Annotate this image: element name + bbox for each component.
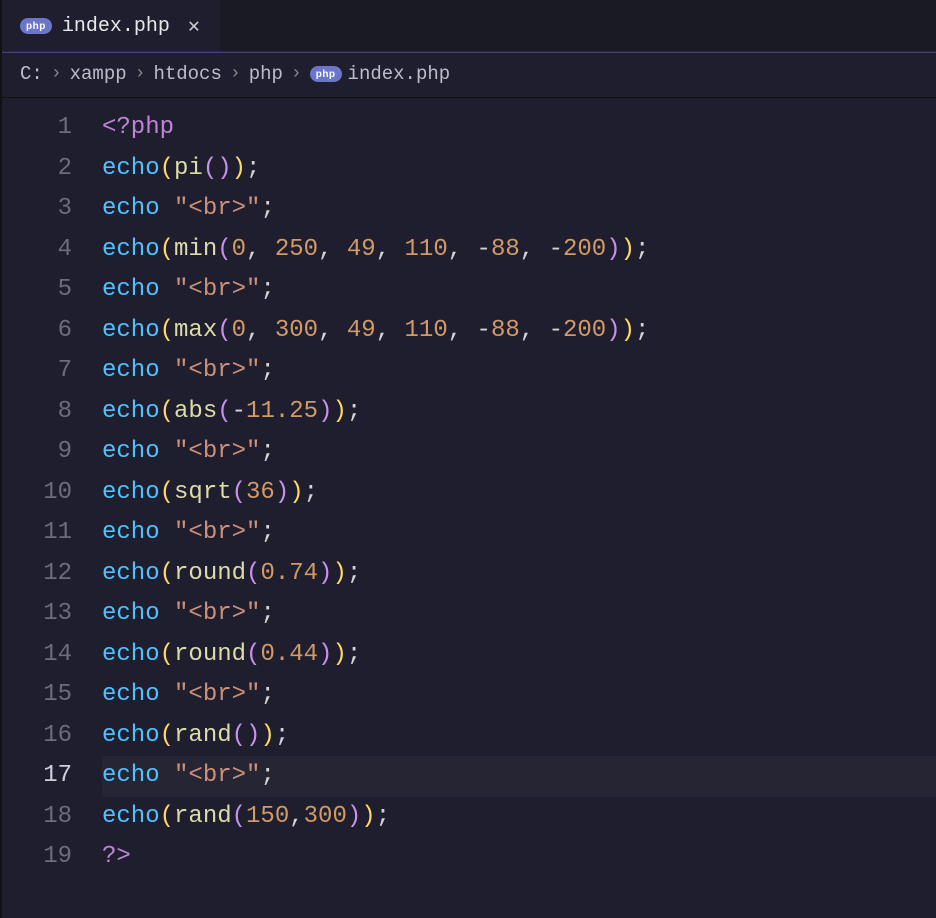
line-number: 6 <box>2 311 72 352</box>
code-line[interactable]: echo "<br>"; <box>102 594 936 635</box>
code-line[interactable]: echo(min(0, 250, 49, 110, -88, -200)); <box>102 230 936 271</box>
breadcrumb-segment[interactable]: index.php <box>348 63 451 85</box>
line-number: 17 <box>2 756 72 797</box>
line-number: 9 <box>2 432 72 473</box>
close-icon[interactable]: ✕ <box>186 13 202 39</box>
breadcrumb: C: › xampp › htdocs › php › php index.ph… <box>2 52 936 98</box>
line-number: 14 <box>2 635 72 676</box>
code-line[interactable]: echo "<br>"; <box>102 675 936 716</box>
line-number: 16 <box>2 716 72 757</box>
line-number-gutter: 12345678910111213141516171819 <box>2 108 102 878</box>
code-line[interactable]: echo "<br>"; <box>102 189 936 230</box>
code-line[interactable]: echo(pi()); <box>102 149 936 190</box>
line-number: 5 <box>2 270 72 311</box>
code-line[interactable]: echo "<br>"; <box>102 432 936 473</box>
line-number: 7 <box>2 351 72 392</box>
code-line[interactable]: echo(sqrt(36)); <box>102 473 936 514</box>
code-line[interactable]: echo "<br>"; <box>102 270 936 311</box>
code-line[interactable]: echo(max(0, 300, 49, 110, -88, -200)); <box>102 311 936 352</box>
line-number: 11 <box>2 513 72 554</box>
breadcrumb-segment[interactable]: C: <box>20 63 43 85</box>
tab-bar: php index.php ✕ <box>2 0 936 52</box>
php-icon: php <box>20 18 52 34</box>
tab-index-php[interactable]: php index.php ✕ <box>2 0 220 51</box>
breadcrumb-segment[interactable]: xampp <box>70 63 127 85</box>
chevron-right-icon: › <box>230 64 241 84</box>
line-number: 19 <box>2 837 72 878</box>
code-line[interactable]: echo(rand()); <box>102 716 936 757</box>
code-line[interactable]: echo(abs(-11.25)); <box>102 392 936 433</box>
code-editor[interactable]: 12345678910111213141516171819 <?phpecho(… <box>2 98 936 878</box>
chevron-right-icon: › <box>51 64 62 84</box>
code-line[interactable]: echo(round(0.44)); <box>102 635 936 676</box>
code-line[interactable]: ?> <box>102 837 936 878</box>
chevron-right-icon: › <box>291 64 302 84</box>
breadcrumb-segment[interactable]: htdocs <box>153 63 221 85</box>
code-line[interactable]: echo "<br>"; <box>102 351 936 392</box>
tab-filename: index.php <box>62 15 170 38</box>
line-number: 4 <box>2 230 72 271</box>
line-number: 2 <box>2 149 72 190</box>
line-number: 12 <box>2 554 72 595</box>
code-line[interactable]: echo "<br>"; <box>102 513 936 554</box>
line-number: 18 <box>2 797 72 838</box>
code-content[interactable]: <?phpecho(pi());echo "<br>";echo(min(0, … <box>102 108 936 878</box>
breadcrumb-segment[interactable]: php <box>249 63 283 85</box>
php-icon: php <box>310 66 342 82</box>
line-number: 8 <box>2 392 72 433</box>
line-number: 15 <box>2 675 72 716</box>
code-line[interactable]: <?php <box>102 108 936 149</box>
code-line[interactable]: echo(round(0.74)); <box>102 554 936 595</box>
line-number: 3 <box>2 189 72 230</box>
line-number: 10 <box>2 473 72 514</box>
code-line[interactable]: echo "<br>"; <box>102 756 936 797</box>
line-number: 13 <box>2 594 72 635</box>
code-line[interactable]: echo(rand(150,300)); <box>102 797 936 838</box>
line-number: 1 <box>2 108 72 149</box>
chevron-right-icon: › <box>135 64 146 84</box>
